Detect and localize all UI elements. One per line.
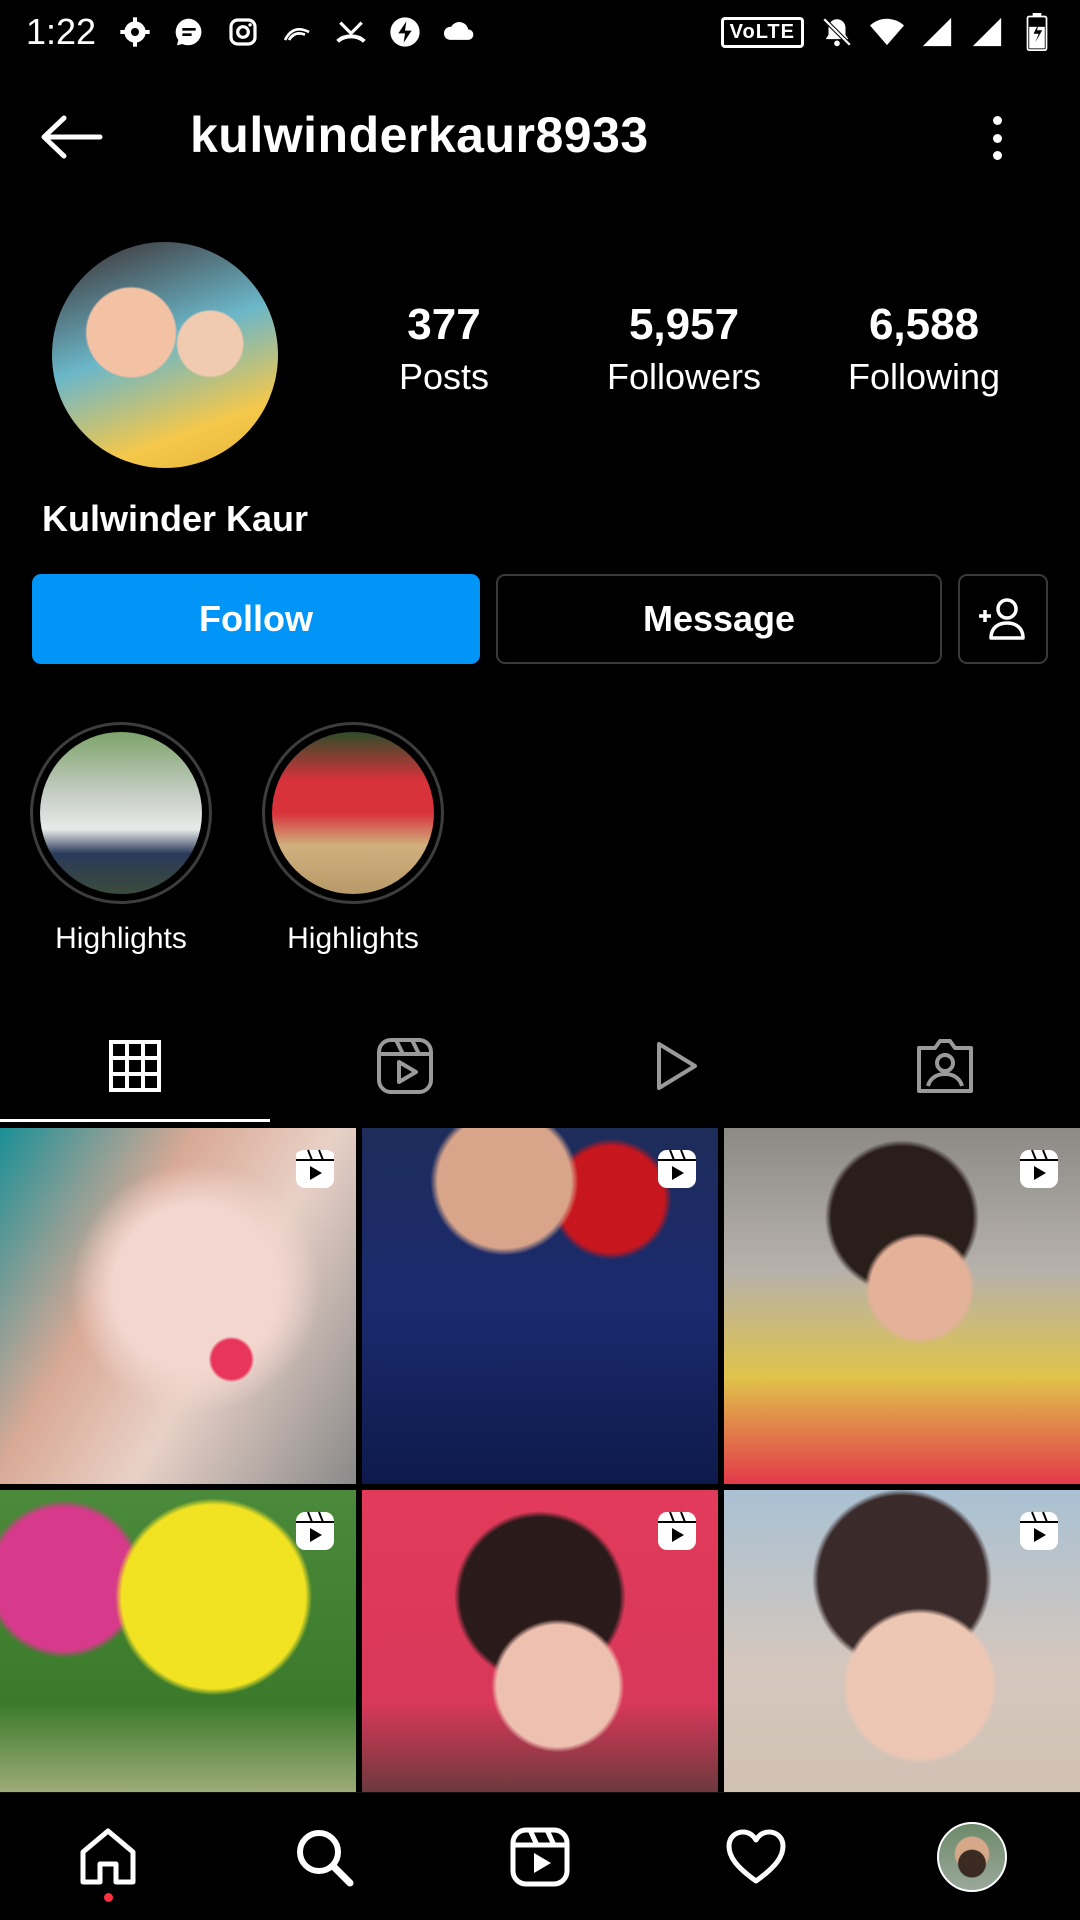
instagram-icon xyxy=(226,15,260,49)
tab-reels[interactable] xyxy=(270,1010,540,1122)
stat-label: Followers xyxy=(606,356,762,397)
volte-badge: VoLTE xyxy=(720,16,804,48)
signal-icon xyxy=(920,15,954,49)
profile-display-name: Kulwinder Kaur xyxy=(42,498,309,539)
grid-icon xyxy=(109,1040,161,1092)
reel-badge-icon xyxy=(296,1511,334,1550)
stat-value: 377 xyxy=(407,300,481,349)
message-button[interactable]: Message xyxy=(496,574,942,664)
back-button[interactable] xyxy=(36,112,106,162)
heart-icon xyxy=(726,1829,786,1883)
suggested-users-button[interactable] xyxy=(958,574,1048,664)
add-user-icon xyxy=(979,598,1025,640)
notification-dot xyxy=(104,1893,113,1902)
follow-button[interactable]: Follow xyxy=(32,574,480,664)
reel-badge-icon xyxy=(1020,1149,1058,1188)
more-options-button[interactable] xyxy=(980,108,1014,168)
back-arrow-icon xyxy=(41,115,103,159)
stat-value: 6,588 xyxy=(868,300,980,349)
profile-stats: 377 Posts 5,957 Followers 6,588 Followin… xyxy=(0,300,1080,420)
tagged-icon xyxy=(917,1039,973,1093)
stat-posts[interactable]: 377 Posts xyxy=(334,300,554,398)
posts-grid xyxy=(0,1128,1080,1792)
post-thumbnail[interactable] xyxy=(724,1128,1080,1484)
bottom-navigation xyxy=(0,1792,1080,1920)
highlight-label: Highlights xyxy=(55,922,187,955)
reel-badge-icon xyxy=(296,1149,334,1188)
highlight-label: Highlights xyxy=(287,922,419,955)
reels-icon xyxy=(377,1038,433,1094)
status-time: 1:22 xyxy=(26,11,97,52)
status-icons-right: VoLTE xyxy=(720,13,1054,51)
post-thumbnail[interactable] xyxy=(724,1490,1080,1792)
profile-tabs xyxy=(0,1010,1080,1122)
status-bar: 1:22 VoLTE xyxy=(0,0,1080,64)
play-icon xyxy=(657,1042,697,1090)
reel-badge-icon xyxy=(658,1511,696,1550)
nav-reels[interactable] xyxy=(432,1793,648,1920)
profile-avatar xyxy=(937,1821,1007,1892)
signal-icon-2 xyxy=(970,15,1004,49)
reel-badge-icon xyxy=(658,1149,696,1188)
nav-profile[interactable] xyxy=(864,1793,1080,1920)
kebab-dot xyxy=(992,133,1002,143)
messages-icon xyxy=(172,15,206,49)
home-icon xyxy=(80,1828,136,1884)
cloud-icon xyxy=(442,15,476,49)
stat-label: Following xyxy=(847,356,1001,397)
hotspot-icon xyxy=(280,15,314,49)
highlight-cover xyxy=(272,732,434,894)
nav-home[interactable] xyxy=(0,1793,216,1920)
search-icon xyxy=(297,1829,354,1886)
stat-label: Posts xyxy=(398,356,490,397)
nav-search[interactable] xyxy=(216,1793,432,1920)
nav-activity[interactable] xyxy=(648,1793,864,1920)
reel-badge-icon xyxy=(1020,1511,1058,1550)
bolt-icon xyxy=(388,15,422,49)
tab-posts-grid[interactable] xyxy=(0,1010,270,1122)
post-thumbnail[interactable] xyxy=(0,1128,356,1484)
post-thumbnail[interactable] xyxy=(0,1490,356,1792)
battery-icon xyxy=(1020,13,1054,51)
post-thumbnail[interactable] xyxy=(362,1490,718,1792)
highlight-ring xyxy=(262,722,444,904)
kebab-dot xyxy=(992,151,1002,160)
stat-followers[interactable]: 5,957 Followers xyxy=(574,300,794,398)
tab-tagged[interactable] xyxy=(810,1010,1080,1122)
profile-username: kulwinderkaur8933 xyxy=(190,107,649,163)
stat-value: 5,957 xyxy=(628,300,740,349)
stat-following[interactable]: 6,588 Following xyxy=(814,300,1034,398)
settings-icon xyxy=(118,15,152,49)
muted-bell-icon xyxy=(820,15,854,49)
highlight-cover xyxy=(40,732,202,894)
highlight-ring xyxy=(30,722,212,904)
wifi-icon xyxy=(870,15,904,49)
story-highlight[interactable]: Highlights xyxy=(30,722,212,956)
reels-icon xyxy=(510,1827,570,1886)
story-highlight[interactable]: Highlights xyxy=(262,722,444,956)
missed-call-icon xyxy=(334,15,368,49)
kebab-dot xyxy=(992,116,1002,125)
post-thumbnail[interactable] xyxy=(362,1128,718,1484)
profile-header-bar: kulwinderkaur8933 xyxy=(0,90,1080,184)
status-icons-left xyxy=(118,15,476,49)
tab-videos[interactable] xyxy=(540,1010,810,1122)
